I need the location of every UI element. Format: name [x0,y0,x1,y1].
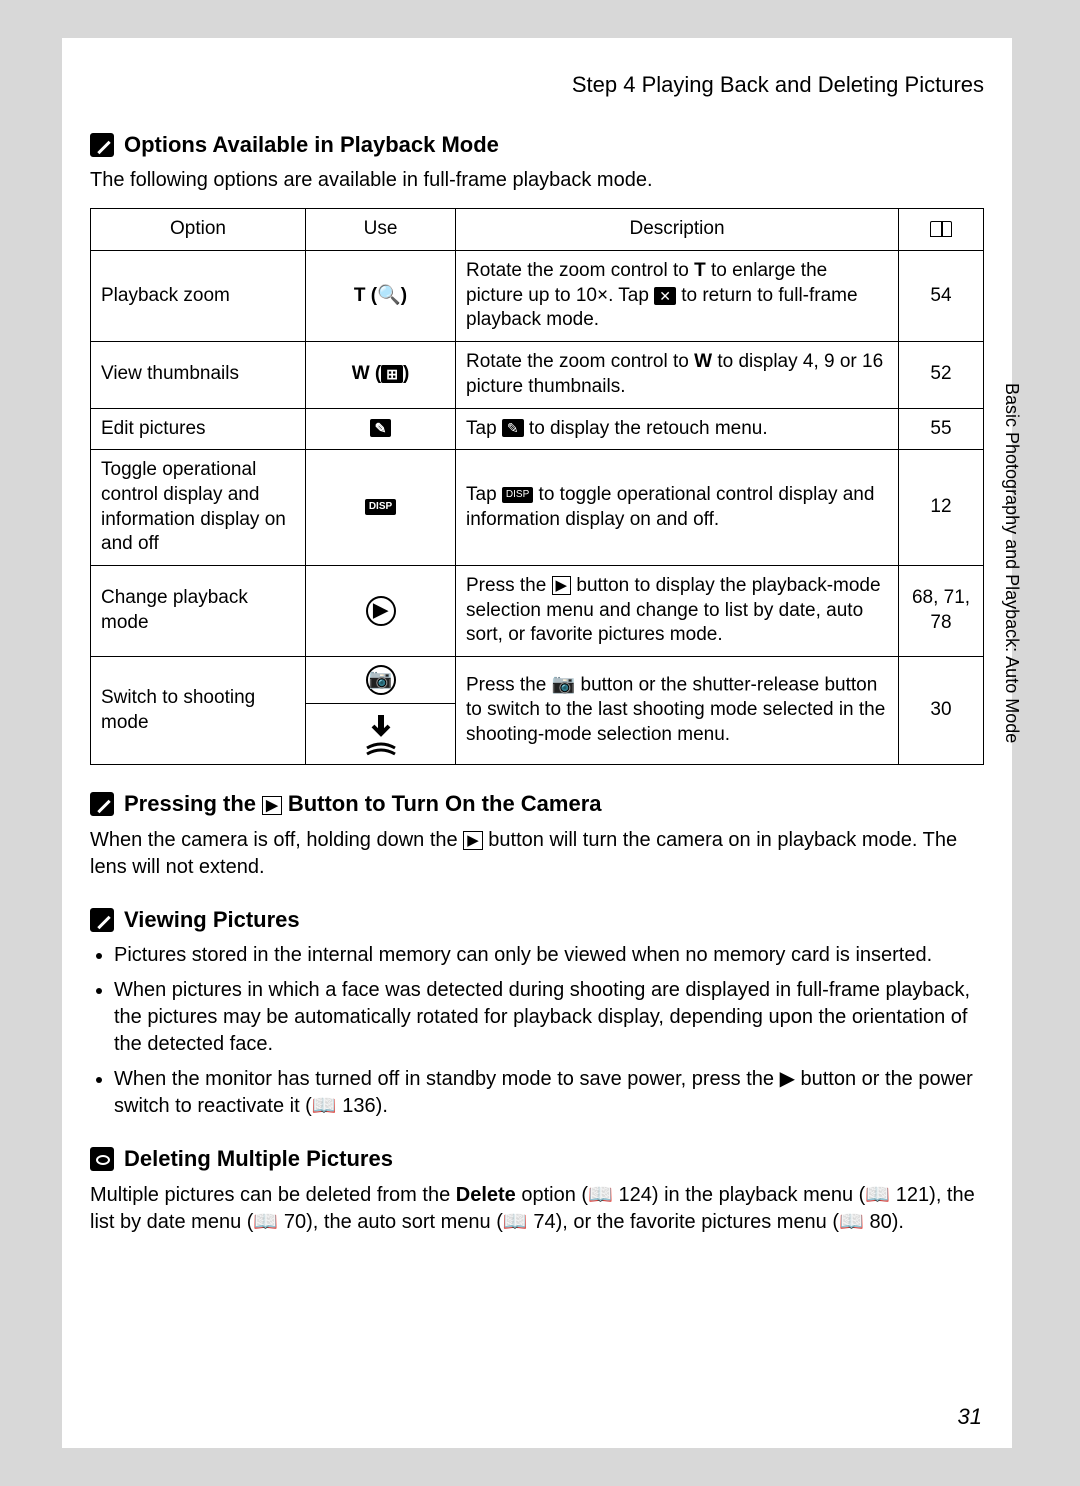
heading-text: Viewing Pictures [124,905,300,935]
desc-bold: T [694,260,706,281]
desc-text: Tap [466,418,502,439]
disp-icon: DISP [502,487,533,503]
sidebar-chapter-label: Basic Photography and Playback: Auto Mod… [1001,383,1022,743]
playback-button-icon: ▶ [366,596,396,626]
desc-text: Press the [466,675,552,696]
option-cell: Change playback mode [91,565,306,656]
desc-cell: Rotate the zoom control to W to display … [456,342,899,408]
retouch-icon: ✎ [502,419,524,437]
th-use: Use [306,209,456,251]
page-number: 31 [958,1404,982,1430]
body-text: When the camera is off, holding down the [90,829,463,851]
page-ref-cell: 55 [899,408,984,450]
x-close-icon: ✕ [654,287,676,305]
use-cell: 📷 [306,657,456,704]
shutter-release-icon [363,712,399,756]
body-bold: Delete [456,1184,516,1206]
note-pencil-icon [90,908,114,932]
retouch-icon: ✎ [370,419,392,437]
thumbnails-icon: ⊞ [381,365,403,383]
viewing-bullets: Pictures stored in the internal memory c… [90,942,984,1120]
playback-outline-icon: ▶ [552,576,572,595]
desc-text: Rotate the zoom control to [466,351,694,372]
camera-icon: 📷 [552,674,576,695]
option-cell: Switch to shooting mode [91,657,306,765]
section-heading-viewing: Viewing Pictures [90,905,984,935]
note-eye-icon [90,1147,114,1171]
section-pressing-body: When the camera is off, holding down the… [90,827,984,881]
section-heading-options: Options Available in Playback Mode [90,130,984,160]
note-pencil-icon [90,792,114,816]
table-row: Toggle operational control display and i… [91,450,984,566]
list-item: When the monitor has turned off in stand… [114,1066,984,1120]
page-ref-cell: 52 [899,342,984,408]
option-cell: Edit pictures [91,408,306,450]
desc-text: Rotate the zoom control to [466,260,694,281]
table-row: Playback zoom T (🔍) Rotate the zoom cont… [91,251,984,342]
section-heading-options-text: Options Available in Playback Mode [124,130,499,160]
magnify-icon: 🔍 [377,285,401,306]
playback-outline-icon: ▶ [463,831,483,850]
page-ref-cell: 12 [899,450,984,566]
playback-options-table: Option Use Description Playback zoom T (… [90,208,984,765]
th-page-ref [899,209,984,251]
page-ref-cell: 68, 71, 78 [899,565,984,656]
use-cell [306,704,456,765]
desc-text: Press the [466,575,552,596]
desc-cell: Tap DISP to toggle operational control d… [456,450,899,566]
list-item: Pictures stored in the internal memory c… [114,942,984,969]
table-row: View thumbnails W (⊞) Rotate the zoom co… [91,342,984,408]
desc-cell: Tap ✎ to display the retouch menu. [456,408,899,450]
section-heading-deleting: Deleting Multiple Pictures [90,1144,984,1174]
use-cell: DISP [306,450,456,566]
table-row: Change playback mode ▶ Press the ▶ butto… [91,565,984,656]
th-option: Option [91,209,306,251]
use-cell: T (🔍) [306,251,456,342]
th-description: Description [456,209,899,251]
list-item: When pictures in which a face was detect… [114,977,984,1058]
body-text: Multiple pictures can be deleted from th… [90,1184,456,1206]
section-deleting-body: Multiple pictures can be deleted from th… [90,1182,984,1236]
page-ref-cell: 30 [899,657,984,765]
disp-icon: DISP [365,499,396,515]
section-heading-pressing: Pressing the ▶ Button to Turn On the Cam… [90,789,984,819]
table-row: Switch to shooting mode 📷 Press the 📷 bu… [91,657,984,704]
page-ref-cell: 54 [899,251,984,342]
book-ref-icon [930,221,952,237]
heading-text: Pressing the [124,791,262,816]
heading-text: Deleting Multiple Pictures [124,1144,393,1174]
desc-cell: Press the 📷 button or the shutter-releas… [456,657,899,765]
option-cell: Playback zoom [91,251,306,342]
option-cell: Toggle operational control display and i… [91,450,306,566]
desc-cell: Rotate the zoom control to T to enlarge … [456,251,899,342]
heading-text: Button to Turn On the Camera [282,791,602,816]
playback-outline-icon: ▶ [262,796,282,815]
option-cell: View thumbnails [91,342,306,408]
use-cell: ✎ [306,408,456,450]
desc-cell: Press the ▶ button to display the playba… [456,565,899,656]
note-pencil-icon [90,133,114,157]
camera-button-icon: 📷 [366,665,396,695]
use-cell: W (⊞) [306,342,456,408]
section-options-intro: The following options are available in f… [90,167,984,194]
page-step-header: Step 4 Playing Back and Deleting Picture… [90,70,984,100]
desc-text: Tap [466,484,502,505]
use-cell: ▶ [306,565,456,656]
desc-bold: W [694,351,712,372]
desc-text: to display the retouch menu. [524,418,768,439]
table-row: Edit pictures ✎ Tap ✎ to display the ret… [91,408,984,450]
